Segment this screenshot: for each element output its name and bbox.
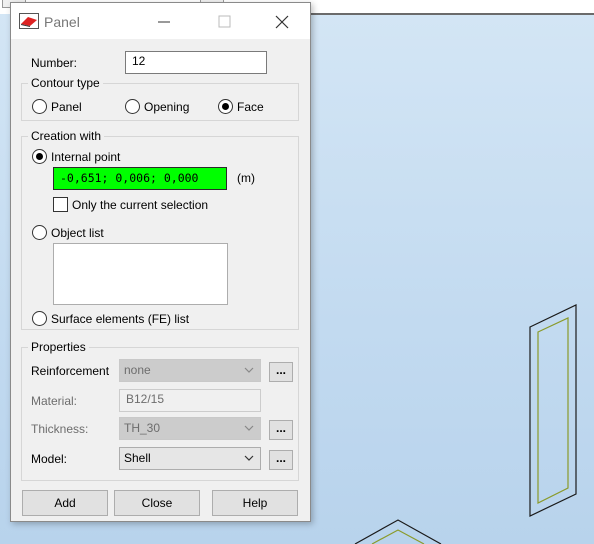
panel-outline-bottom [354, 519, 442, 544]
radio-face-label[interactable]: Face [237, 100, 264, 114]
only-current-selection-label[interactable]: Only the current selection [72, 198, 208, 212]
minimize-icon[interactable] [151, 11, 177, 33]
radio-object-list[interactable] [32, 225, 47, 240]
radio-fe-list-label[interactable]: Surface elements (FE) list [51, 312, 189, 326]
close-button[interactable]: Close [114, 490, 200, 516]
radio-opening[interactable] [125, 99, 140, 114]
unit-label: (m) [237, 171, 255, 185]
panel-app-icon [19, 13, 39, 29]
model-label: Model: [31, 452, 68, 466]
add-button[interactable]: Add [22, 490, 108, 516]
thickness-more-button[interactable]: ... [269, 420, 293, 440]
radio-panel[interactable] [32, 99, 47, 114]
reinforcement-more-button[interactable]: ... [269, 362, 293, 382]
contour-type-legend: Contour type [28, 76, 103, 90]
model-more-button[interactable]: ... [269, 450, 293, 470]
radio-panel-label[interactable]: Panel [51, 100, 82, 114]
model-select[interactable]: Shell [119, 447, 261, 470]
number-label: Number: [31, 56, 78, 70]
chevron-down-icon [244, 455, 254, 461]
model-value: Shell [124, 451, 151, 465]
radio-opening-label[interactable]: Opening [144, 100, 189, 114]
thickness-value: TH_30 [124, 421, 161, 435]
chevron-down-icon [244, 425, 254, 431]
title-bar[interactable]: Panel [11, 3, 310, 39]
radio-internal-point[interactable] [32, 149, 47, 164]
close-icon[interactable] [269, 11, 295, 33]
radio-object-list-label[interactable]: Object list [51, 226, 104, 240]
only-current-selection-checkbox[interactable] [53, 197, 68, 212]
reinforcement-label: Reinforcement [31, 364, 110, 378]
radio-face[interactable] [218, 99, 233, 114]
creation-with-legend: Creation with [28, 129, 105, 143]
panel-inner-outline-bottom [371, 529, 425, 544]
panel-inner-outline-right [537, 317, 569, 504]
internal-point-input[interactable]: -0,651; 0,006; 0,000 [53, 167, 227, 190]
radio-internal-point-label[interactable]: Internal point [51, 150, 120, 164]
properties-legend: Properties [28, 340, 89, 354]
material-input: B12/15 [119, 389, 261, 412]
thickness-select: TH_30 [119, 417, 261, 440]
help-button[interactable]: Help [212, 490, 298, 516]
material-label: Material: [31, 394, 78, 408]
maximize-icon[interactable] [211, 11, 237, 33]
object-list-box[interactable] [53, 243, 228, 305]
thickness-label: Thickness: [31, 422, 89, 436]
reinforcement-value: none [124, 363, 151, 377]
dialog-title: Panel [44, 14, 80, 30]
reinforcement-select: none [119, 359, 261, 382]
chevron-down-icon [244, 367, 254, 373]
number-input[interactable]: 12 [125, 51, 267, 74]
panel-dialog: Panel Number: 12 Contour type Panel Open… [10, 2, 311, 522]
panel-outline-right [529, 304, 577, 517]
radio-fe-list[interactable] [32, 311, 47, 326]
